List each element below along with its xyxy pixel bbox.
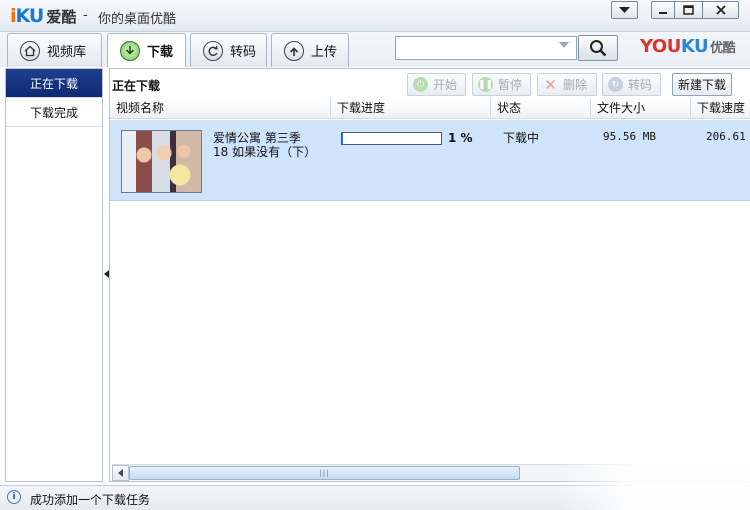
table-header: 视频名称 下载进度 状态 文件大小 下载速度: [110, 99, 750, 119]
pause-icon: ❚❚: [478, 77, 493, 92]
sidebar: 正在下载 下载完成: [5, 68, 103, 482]
upload-icon: [284, 40, 304, 61]
watermark-overlay: [555, 440, 750, 510]
minimize-button[interactable]: [651, 1, 675, 19]
search-button[interactable]: [578, 35, 618, 61]
app-logo: iKU 爱酷: [10, 5, 76, 27]
progress-fill: [342, 133, 343, 144]
delete-label: 删除: [563, 78, 588, 92]
home-icon: [20, 40, 40, 61]
title-separator: -: [83, 8, 88, 23]
info-icon: i: [7, 490, 21, 504]
progress-bar: [341, 132, 442, 145]
new-download-button[interactable]: 新建下载: [672, 73, 732, 96]
brand-logo: YOUKU 优酷: [640, 36, 736, 57]
start-label: 开始: [433, 78, 458, 92]
close-icon: [715, 5, 726, 15]
download-state: 下载中: [503, 131, 540, 145]
file-size: 95.56 MB: [603, 130, 656, 143]
main-toolbar: 视频库 下载 转码 上传: [0, 32, 750, 67]
chevron-down-icon: [619, 6, 630, 13]
close-button[interactable]: [703, 1, 739, 19]
window-title: 你的桌面优酷: [98, 12, 177, 27]
transcode-icon: [203, 40, 223, 61]
logo-text: 爱酷: [46, 8, 77, 26]
status-text: 成功添加一个下载任务: [30, 493, 151, 507]
column-header-progress[interactable]: 下载进度: [331, 99, 491, 119]
transcode-label: 转码: [628, 78, 653, 92]
transcode-button[interactable]: ↻ 转码: [602, 73, 661, 96]
pause-label: 暂停: [498, 78, 523, 92]
tab-download[interactable]: 下载: [107, 33, 186, 67]
sidebar-item-downloading[interactable]: 正在下载: [6, 69, 102, 98]
minimize-icon: [659, 12, 667, 14]
chevron-left-icon: [117, 469, 123, 477]
tab-label: 视频库: [47, 45, 87, 60]
panel-title: 正在下载: [112, 79, 161, 93]
logo-mark-ku: KU: [15, 5, 45, 27]
maximize-icon: [683, 5, 694, 15]
tab-label: 下载: [147, 45, 174, 60]
download-icon: [120, 40, 140, 61]
search-icon: [590, 40, 607, 57]
scroll-thumb[interactable]: |||: [129, 466, 520, 480]
delete-button[interactable]: ✕ 删除: [537, 73, 597, 96]
column-header-size[interactable]: 文件大小: [591, 99, 691, 119]
tab-transcode[interactable]: 转码: [190, 33, 267, 67]
transcode-icon: ↻: [608, 77, 623, 92]
column-header-name[interactable]: 视频名称: [110, 99, 331, 119]
video-title-line2: 18 如果没有（下）: [213, 145, 317, 159]
sidebar-item-completed[interactable]: 下载完成: [6, 98, 102, 127]
delete-icon: ✕: [544, 75, 557, 94]
menu-button[interactable]: [611, 1, 638, 19]
column-header-state[interactable]: 状态: [491, 99, 591, 119]
tab-upload[interactable]: 上传: [271, 33, 349, 67]
brand-cn: 优酷: [710, 41, 736, 56]
search-input[interactable]: [395, 36, 577, 60]
download-panel: 正在下载 ⏻ 开始 ❚❚ 暂停 ✕ 删除 ↻ 转码 新建下载 视频名称 下载进度…: [109, 68, 750, 482]
scroll-left-button[interactable]: [112, 465, 129, 481]
brand-you: YOU: [640, 36, 681, 57]
download-speed: 206.61: [706, 130, 746, 143]
brand-ku: KU: [680, 36, 709, 57]
start-button[interactable]: ⏻ 开始: [407, 73, 466, 96]
column-header-speed[interactable]: 下载速度: [691, 99, 750, 119]
logo-mark: iKU: [10, 5, 45, 27]
pause-button[interactable]: ❚❚ 暂停: [472, 73, 531, 96]
video-thumbnail: [121, 130, 202, 193]
table-row[interactable]: 爱情公寓 第三季 18 如果没有（下） 1 % 下载中 95.56 MB 206…: [110, 120, 750, 201]
title-bar: iKU 爱酷 - 你的桌面优酷: [0, 0, 750, 32]
tab-label: 转码: [230, 45, 257, 60]
tab-label: 上传: [311, 45, 338, 60]
maximize-button[interactable]: [675, 1, 703, 19]
power-icon: ⏻: [413, 77, 428, 92]
progress-percent: 1 %: [448, 131, 473, 145]
tab-video-library[interactable]: 视频库: [7, 33, 102, 67]
search-dropdown-arrow[interactable]: [559, 42, 569, 48]
